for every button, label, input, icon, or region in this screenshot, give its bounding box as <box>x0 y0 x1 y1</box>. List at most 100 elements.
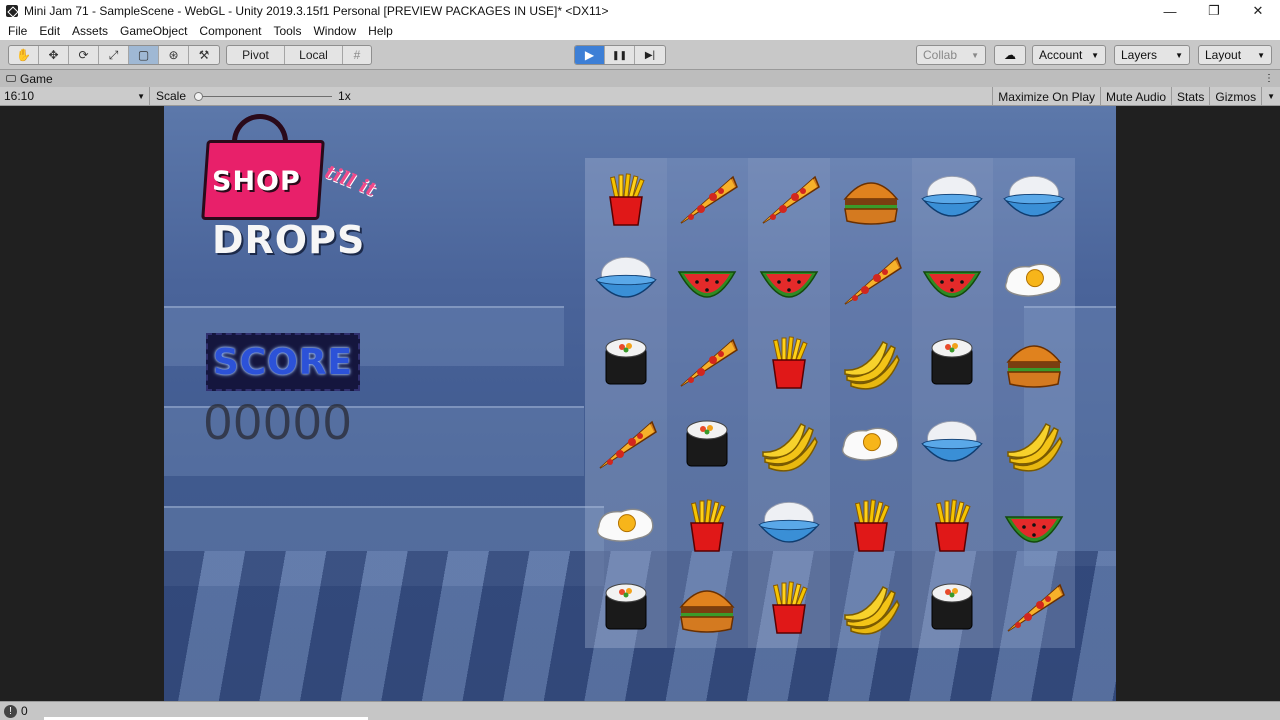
chevron-down-icon: ▼ <box>1091 50 1099 60</box>
menu-help[interactable]: Help <box>362 24 399 38</box>
board-cell[interactable] <box>993 566 1075 648</box>
board-cell[interactable] <box>830 485 912 567</box>
board-cell[interactable] <box>911 484 994 567</box>
menu-gameobject[interactable]: GameObject <box>114 24 193 38</box>
move-icon: ✥ <box>48 48 59 62</box>
fries-icon <box>838 492 904 558</box>
stats-toggle[interactable]: Stats <box>1171 87 1209 106</box>
account-dropdown[interactable]: Account ▼ <box>1032 45 1106 65</box>
minimize-icon[interactable]: — <box>1148 0 1192 22</box>
slider-thumb[interactable] <box>194 91 204 101</box>
board-cell[interactable] <box>911 239 994 322</box>
board-cell[interactable] <box>911 321 994 403</box>
board-cell[interactable] <box>830 240 912 322</box>
game-canvas[interactable]: SHOP till it DROPS SCORE 00000 <box>164 106 1116 701</box>
cloud-button[interactable]: ☁ <box>994 45 1026 65</box>
board-cell[interactable] <box>830 158 912 240</box>
board-cell[interactable] <box>667 240 749 322</box>
transform-tool-button[interactable]: ⊛ <box>159 46 189 64</box>
board-cell[interactable] <box>748 158 830 240</box>
scale-slider[interactable] <box>194 87 333 106</box>
board-cell[interactable] <box>830 321 912 403</box>
chevron-down-icon: ▼ <box>1175 50 1183 60</box>
board-cell[interactable] <box>585 402 667 485</box>
pizza-icon <box>593 411 659 477</box>
custom-tool-button[interactable]: ⚒ <box>189 46 219 64</box>
board-cell[interactable] <box>585 158 667 240</box>
board-cell[interactable] <box>748 239 830 322</box>
menu-assets[interactable]: Assets <box>66 24 114 38</box>
board-cell[interactable] <box>667 321 749 403</box>
board-cell[interactable] <box>667 403 749 485</box>
play-icon: ▶ <box>584 48 595 62</box>
score-label-box: SCORE <box>206 333 360 391</box>
tab-game[interactable]: Game <box>0 70 59 87</box>
menu-tools[interactable]: Tools <box>267 24 307 38</box>
menu-file[interactable]: File <box>2 24 33 38</box>
rect-tool-button[interactable]: ▢ <box>129 46 159 64</box>
chevron-down-icon[interactable]: ▼ <box>1261 87 1280 106</box>
board-cell[interactable] <box>993 485 1075 567</box>
board-cell[interactable] <box>585 566 667 648</box>
sushi-icon <box>919 574 985 640</box>
banana-icon <box>756 411 822 477</box>
board-cell[interactable] <box>911 402 994 485</box>
board-cell[interactable] <box>993 240 1075 322</box>
menu-window[interactable]: Window <box>307 24 362 38</box>
score-label: SCORE <box>212 341 354 383</box>
close-icon[interactable]: ✕ <box>1236 0 1280 22</box>
board-cell[interactable] <box>748 402 830 485</box>
play-button[interactable]: ▶ <box>575 46 605 64</box>
board-cell[interactable] <box>911 158 994 240</box>
tab-menu-icon[interactable]: ⋮ <box>1264 73 1274 84</box>
pause-button[interactable]: ❚❚ <box>605 46 635 64</box>
move-tool-button[interactable]: ✥ <box>39 46 69 64</box>
board-cell[interactable] <box>830 566 912 648</box>
account-label: Account <box>1039 48 1083 62</box>
board-cell[interactable] <box>585 239 667 322</box>
menu-edit[interactable]: Edit <box>33 24 66 38</box>
unity-logo-icon <box>6 5 18 17</box>
pizza-icon <box>674 166 740 232</box>
aspect-label: 16:10 <box>4 89 35 103</box>
collab-dropdown[interactable]: Collab ▼ <box>916 45 986 65</box>
egg-icon <box>1001 247 1067 313</box>
board-cell[interactable] <box>830 403 912 485</box>
aspect-dropdown[interactable]: 16:10 ▼ <box>0 86 150 106</box>
board-cell[interactable] <box>911 566 994 648</box>
menu-component[interactable]: Component <box>193 24 267 38</box>
board-cell[interactable] <box>993 321 1075 403</box>
board-cell[interactable] <box>667 485 749 567</box>
hand-tool-button[interactable]: ✋ <box>9 46 39 64</box>
snap-button[interactable]: # <box>343 46 371 64</box>
board-cell[interactable] <box>748 321 830 403</box>
tools-icon: ⚒ <box>198 48 210 62</box>
grid-snap-icon: # <box>353 48 361 62</box>
scale-label: Scale <box>156 89 187 103</box>
maximize-on-play-toggle[interactable]: Maximize On Play <box>992 87 1100 106</box>
rotate-tool-button[interactable]: ⟳ <box>69 46 99 64</box>
local-button[interactable]: Local <box>285 46 343 64</box>
transform-tools: ✋ ✥ ⟳ ⤢ ▢ ⊛ ⚒ <box>8 45 220 65</box>
watermelon-icon <box>674 247 740 313</box>
board-cell[interactable] <box>993 158 1075 240</box>
restore-icon[interactable]: ❐ <box>1192 0 1236 22</box>
rice-icon <box>1001 166 1067 232</box>
board-cell[interactable] <box>667 566 749 648</box>
mute-audio-toggle[interactable]: Mute Audio <box>1100 87 1171 106</box>
layout-dropdown[interactable]: Layout ▼ <box>1198 45 1272 65</box>
score-value: 00000 <box>204 394 354 450</box>
layers-dropdown[interactable]: Layers ▼ <box>1114 45 1190 65</box>
board-cell[interactable] <box>585 321 667 403</box>
board-cell[interactable] <box>667 158 749 240</box>
pivot-group: Pivot Local # <box>226 45 372 65</box>
step-button[interactable]: ▶| <box>635 46 665 64</box>
board-cell[interactable] <box>748 484 830 567</box>
gizmos-toggle[interactable]: Gizmos <box>1209 87 1261 106</box>
board-cell[interactable] <box>748 566 830 648</box>
board-cell[interactable] <box>585 484 667 567</box>
pivot-button[interactable]: Pivot <box>227 46 285 64</box>
board-cell[interactable] <box>993 403 1075 485</box>
scale-tool-button[interactable]: ⤢ <box>99 46 129 64</box>
layout-label: Layout <box>1205 48 1242 62</box>
